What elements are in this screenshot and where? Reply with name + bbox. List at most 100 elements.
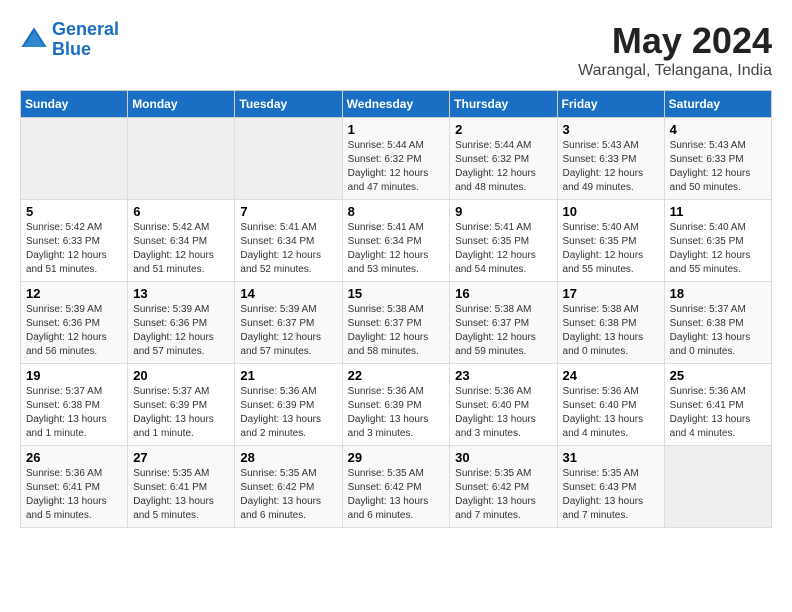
day-info: Sunrise: 5:35 AM Sunset: 6:43 PM Dayligh… xyxy=(563,467,659,523)
day-number: 6 xyxy=(133,204,229,219)
calendar-week-row: 26 Sunrise: 5:36 AM Sunset: 6:41 PM Dayli… xyxy=(21,446,772,528)
day-number: 23 xyxy=(455,368,551,383)
day-number: 10 xyxy=(563,204,659,219)
logo-line1: General xyxy=(52,19,119,39)
calendar-cell: 19Sunrise: 5:37 AM Sunset: 6:38 PM Dayli… xyxy=(21,364,128,446)
calendar-cell xyxy=(664,446,771,528)
day-number: 14 xyxy=(240,286,336,301)
day-info: Sunrise: 5:39 AM Sunset: 6:37 PM Dayligh… xyxy=(240,303,336,359)
weekday-header: Wednesday xyxy=(342,91,450,118)
weekday-header-row: SundayMondayTuesdayWednesdayThursdayFrid… xyxy=(21,91,772,118)
logo-line2: Blue xyxy=(52,39,91,59)
day-info: Sunrise: 5:44 AM Sunset: 6:32 PM Dayligh… xyxy=(348,139,445,195)
weekday-header: Monday xyxy=(128,91,235,118)
weekday-header: Friday xyxy=(557,91,664,118)
calendar-cell: 8 Sunrise: 5:41 AM Sunset: 6:34 PM Daylig… xyxy=(342,200,450,282)
calendar-cell: 17 Sunrise: 5:38 AM Sunset: 6:38 PM Dayli… xyxy=(557,282,664,364)
calendar-cell: 30 Sunrise: 5:35 AM Sunset: 6:42 PM Dayli… xyxy=(450,446,557,528)
calendar-cell: 28 Sunrise: 5:35 AM Sunset: 6:42 PM Dayli… xyxy=(235,446,342,528)
calendar-cell: 23 Sunrise: 5:36 AM Sunset: 6:40 PM Dayli… xyxy=(450,364,557,446)
day-info: Sunrise: 5:44 AM Sunset: 6:32 PM Dayligh… xyxy=(455,139,551,195)
weekday-header: Saturday xyxy=(664,91,771,118)
calendar-cell: 18 Sunrise: 5:37 AM Sunset: 6:38 PM Dayli… xyxy=(664,282,771,364)
day-number: 5 xyxy=(26,204,122,219)
calendar-cell: 14 Sunrise: 5:39 AM Sunset: 6:37 PM Dayli… xyxy=(235,282,342,364)
day-info: Sunrise: 5:36 AM Sunset: 6:41 PM Dayligh… xyxy=(26,467,122,523)
calendar-table: SundayMondayTuesdayWednesdayThursdayFrid… xyxy=(20,90,772,528)
location: Warangal, Telangana, India xyxy=(578,62,772,80)
day-number: 13 xyxy=(133,286,229,301)
calendar-cell: 15Sunrise: 5:38 AM Sunset: 6:37 PM Dayli… xyxy=(342,282,450,364)
weekday-header: Sunday xyxy=(21,91,128,118)
calendar-cell: 25Sunrise: 5:36 AM Sunset: 6:41 PM Dayli… xyxy=(664,364,771,446)
day-info: Sunrise: 5:38 AM Sunset: 6:38 PM Dayligh… xyxy=(563,303,659,359)
calendar-cell: 10 Sunrise: 5:40 AM Sunset: 6:35 PM Dayli… xyxy=(557,200,664,282)
day-info: Sunrise: 5:35 AM Sunset: 6:42 PM Dayligh… xyxy=(240,467,336,523)
calendar-cell: 16 Sunrise: 5:38 AM Sunset: 6:37 PM Dayli… xyxy=(450,282,557,364)
calendar-cell: 12Sunrise: 5:39 AM Sunset: 6:36 PM Dayli… xyxy=(21,282,128,364)
calendar-cell xyxy=(21,118,128,200)
calendar-cell: 13 Sunrise: 5:39 AM Sunset: 6:36 PM Dayli… xyxy=(128,282,235,364)
calendar-cell: 2 Sunrise: 5:44 AM Sunset: 6:32 PM Daylig… xyxy=(450,118,557,200)
day-info: Sunrise: 5:42 AM Sunset: 6:33 PM Dayligh… xyxy=(26,221,122,277)
weekday-header: Thursday xyxy=(450,91,557,118)
calendar-cell: 1 Sunrise: 5:44 AM Sunset: 6:32 PM Daylig… xyxy=(342,118,450,200)
day-info: Sunrise: 5:40 AM Sunset: 6:35 PM Dayligh… xyxy=(563,221,659,277)
day-info: Sunrise: 5:35 AM Sunset: 6:42 PM Dayligh… xyxy=(455,467,551,523)
day-number: 26 xyxy=(26,450,122,465)
month-title: May 2024 xyxy=(578,20,772,62)
title-area: May 2024 Warangal, Telangana, India xyxy=(578,20,772,80)
day-info: Sunrise: 5:43 AM Sunset: 6:33 PM Dayligh… xyxy=(563,139,659,195)
calendar-cell: 5 Sunrise: 5:42 AM Sunset: 6:33 PM Daylig… xyxy=(21,200,128,282)
day-number: 24 xyxy=(563,368,659,383)
page-header: General Blue May 2024 Warangal, Telangan… xyxy=(20,20,772,80)
day-number: 19 xyxy=(26,368,122,383)
day-number: 3 xyxy=(563,122,659,137)
calendar-cell: 22Sunrise: 5:36 AM Sunset: 6:39 PM Dayli… xyxy=(342,364,450,446)
calendar-week-row: 12Sunrise: 5:39 AM Sunset: 6:36 PM Dayli… xyxy=(21,282,772,364)
day-info: Sunrise: 5:36 AM Sunset: 6:39 PM Dayligh… xyxy=(240,385,336,441)
calendar-cell: 24Sunrise: 5:36 AM Sunset: 6:40 PM Dayli… xyxy=(557,364,664,446)
day-number: 29 xyxy=(348,450,445,465)
calendar-cell: 4Sunrise: 5:43 AM Sunset: 6:33 PM Daylig… xyxy=(664,118,771,200)
day-number: 31 xyxy=(563,450,659,465)
day-number: 30 xyxy=(455,450,551,465)
logo-text: General Blue xyxy=(52,20,119,60)
day-info: Sunrise: 5:41 AM Sunset: 6:35 PM Dayligh… xyxy=(455,221,551,277)
day-number: 17 xyxy=(563,286,659,301)
day-number: 1 xyxy=(348,122,445,137)
day-number: 8 xyxy=(348,204,445,219)
logo: General Blue xyxy=(20,20,119,60)
calendar-cell: 31 Sunrise: 5:35 AM Sunset: 6:43 PM Dayli… xyxy=(557,446,664,528)
day-number: 7 xyxy=(240,204,336,219)
day-info: Sunrise: 5:39 AM Sunset: 6:36 PM Dayligh… xyxy=(133,303,229,359)
day-number: 20 xyxy=(133,368,229,383)
calendar-cell: 27Sunrise: 5:35 AM Sunset: 6:41 PM Dayli… xyxy=(128,446,235,528)
day-info: Sunrise: 5:38 AM Sunset: 6:37 PM Dayligh… xyxy=(348,303,445,359)
day-info: Sunrise: 5:41 AM Sunset: 6:34 PM Dayligh… xyxy=(348,221,445,277)
day-number: 16 xyxy=(455,286,551,301)
day-info: Sunrise: 5:36 AM Sunset: 6:39 PM Dayligh… xyxy=(348,385,445,441)
day-info: Sunrise: 5:38 AM Sunset: 6:37 PM Dayligh… xyxy=(455,303,551,359)
calendar-cell xyxy=(128,118,235,200)
calendar-cell: 21 Sunrise: 5:36 AM Sunset: 6:39 PM Dayli… xyxy=(235,364,342,446)
day-number: 2 xyxy=(455,122,551,137)
calendar-week-row: 19Sunrise: 5:37 AM Sunset: 6:38 PM Dayli… xyxy=(21,364,772,446)
calendar-cell: 26 Sunrise: 5:36 AM Sunset: 6:41 PM Dayli… xyxy=(21,446,128,528)
calendar-cell: 20Sunrise: 5:37 AM Sunset: 6:39 PM Dayli… xyxy=(128,364,235,446)
day-number: 27 xyxy=(133,450,229,465)
day-number: 28 xyxy=(240,450,336,465)
day-info: Sunrise: 5:36 AM Sunset: 6:40 PM Dayligh… xyxy=(455,385,551,441)
calendar-cell: 11Sunrise: 5:40 AM Sunset: 6:35 PM Dayli… xyxy=(664,200,771,282)
day-info: Sunrise: 5:37 AM Sunset: 6:38 PM Dayligh… xyxy=(670,303,766,359)
calendar-cell: 7Sunrise: 5:41 AM Sunset: 6:34 PM Daylig… xyxy=(235,200,342,282)
day-number: 21 xyxy=(240,368,336,383)
day-info: Sunrise: 5:35 AM Sunset: 6:42 PM Dayligh… xyxy=(348,467,445,523)
calendar-cell: 29 Sunrise: 5:35 AM Sunset: 6:42 PM Dayli… xyxy=(342,446,450,528)
calendar-cell: 6Sunrise: 5:42 AM Sunset: 6:34 PM Daylig… xyxy=(128,200,235,282)
calendar-cell: 9Sunrise: 5:41 AM Sunset: 6:35 PM Daylig… xyxy=(450,200,557,282)
day-number: 18 xyxy=(670,286,766,301)
weekday-header: Tuesday xyxy=(235,91,342,118)
day-info: Sunrise: 5:40 AM Sunset: 6:35 PM Dayligh… xyxy=(670,221,766,277)
calendar-cell xyxy=(235,118,342,200)
